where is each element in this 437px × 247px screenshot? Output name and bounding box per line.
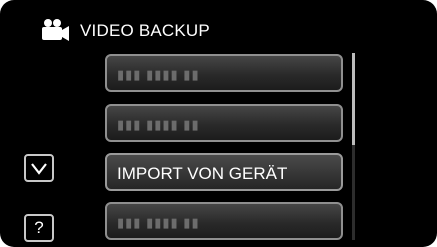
- menu-item-dim-text: ▮▮▮ ▮▮▮▮ ▮▮: [117, 117, 200, 132]
- scroll-down-button[interactable]: [24, 154, 54, 182]
- scrollbar[interactable]: [352, 53, 355, 240]
- chevron-down-icon: [31, 163, 47, 175]
- menu-item-disabled-1: ▮▮▮ ▮▮▮▮ ▮▮: [105, 54, 343, 92]
- menu-item-disabled-2: ▮▮▮ ▮▮▮▮ ▮▮: [105, 104, 343, 142]
- video-camera-icon: [42, 19, 69, 41]
- menu-item-dim-text: ▮▮▮ ▮▮▮▮ ▮▮: [117, 67, 200, 82]
- camera-screen: VIDEO BACKUP ▮▮▮ ▮▮▮▮ ▮▮ ▮▮▮ ▮▮▮▮ ▮▮ IMP…: [0, 0, 437, 247]
- header: VIDEO BACKUP: [0, 0, 437, 41]
- help-button[interactable]: ?: [24, 214, 54, 242]
- menu-item-dim-text: ▮▮▮ ▮▮▮▮ ▮▮: [117, 215, 200, 230]
- menu-item-label: IMPORT VON GERÄT: [117, 164, 288, 183]
- page-title: VIDEO BACKUP: [80, 21, 210, 40]
- menu-item-import-von-geraet[interactable]: IMPORT VON GERÄT: [105, 153, 343, 191]
- help-label: ?: [34, 218, 44, 237]
- menu-item-disabled-3: ▮▮▮ ▮▮▮▮ ▮▮: [105, 202, 343, 240]
- scrollbar-thumb[interactable]: [352, 53, 355, 145]
